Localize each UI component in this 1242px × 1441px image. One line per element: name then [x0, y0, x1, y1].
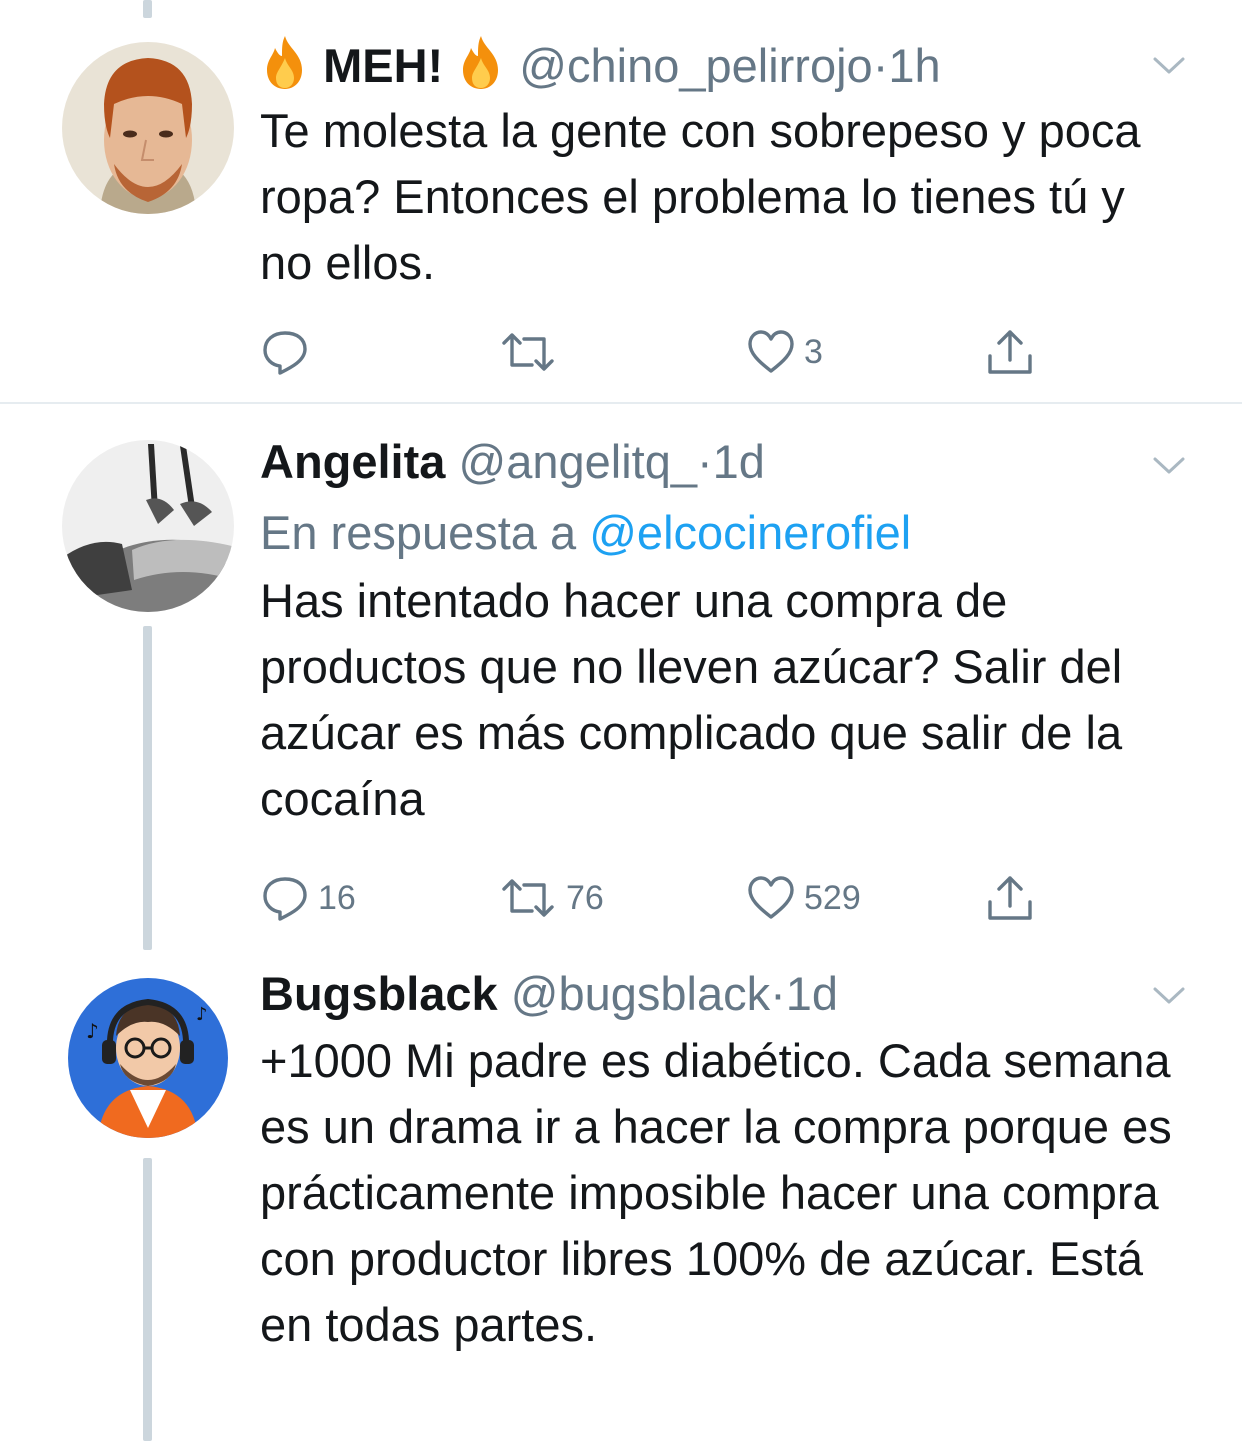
- timestamp[interactable]: 1d: [713, 435, 765, 488]
- reply-count: 16: [318, 878, 356, 917]
- timestamp[interactable]: 1h: [888, 39, 940, 92]
- retweet-button[interactable]: 76: [498, 868, 604, 928]
- reply-icon: [263, 331, 307, 375]
- separator-dot: ·: [770, 967, 786, 1020]
- tweet-angelita[interactable]: Angelita @angelitq_·1d En respuesta a @e…: [0, 404, 1242, 948]
- timestamp[interactable]: 1d: [786, 967, 838, 1020]
- heart-icon: [748, 330, 794, 373]
- retweet-count: 76: [566, 878, 604, 917]
- fire-emoji-icon: [267, 36, 302, 89]
- fire-emoji-icon: [463, 36, 499, 89]
- tweet-text: Te molesta la gente con sobrepeso y poca…: [260, 104, 1141, 289]
- like-button[interactable]: 529: [746, 868, 861, 928]
- tweet-header: MEH! @chino_pelirrojo·1h: [260, 34, 1182, 94]
- reply-icon: [263, 877, 307, 921]
- chevron-down-icon[interactable]: [1152, 986, 1186, 1006]
- tweet-chino-pelirrojo[interactable]: MEH! @chino_pelirrojo·1h Te molesta la g…: [0, 0, 1242, 402]
- user-handle[interactable]: @chino_pelirrojo: [519, 39, 872, 92]
- retweet-icon: [502, 879, 554, 917]
- separator-dot: ·: [872, 39, 889, 92]
- user-handle[interactable]: @angelitq_: [458, 435, 697, 488]
- action-bar: 3: [260, 322, 1060, 382]
- user-handle[interactable]: @bugsblack: [511, 967, 770, 1020]
- heart-icon: [748, 876, 794, 919]
- svg-text:♪: ♪: [196, 1004, 208, 1025]
- avatar[interactable]: [62, 440, 234, 612]
- action-bar: 16 76 529: [260, 868, 1060, 928]
- reply-to-mention[interactable]: @elcocinerofiel: [589, 506, 911, 559]
- tweet-text: Has intentado hacer una compra de produc…: [260, 574, 1123, 825]
- svg-text:♪: ♪: [86, 1019, 99, 1043]
- retweet-icon: [502, 333, 554, 371]
- avatar[interactable]: [62, 42, 234, 214]
- reply-to-line: En respuesta a @elcocinerofiel: [260, 500, 1182, 566]
- share-button[interactable]: [984, 322, 1036, 382]
- tweet-bugsblack[interactable]: ♪ ♪ Bugsblack @bugsblack·1d +1000 Mi pad…: [0, 948, 1242, 1441]
- tweet-header: Angelita @angelitq_·1d: [260, 432, 1182, 492]
- retweet-button[interactable]: [498, 322, 566, 382]
- share-button[interactable]: [984, 868, 1036, 928]
- tweet-text: +1000 Mi padre es diabético. Cada semana…: [260, 1034, 1172, 1351]
- like-count: 3: [804, 332, 823, 371]
- reply-button[interactable]: 16: [260, 868, 356, 928]
- like-button[interactable]: 3: [746, 322, 823, 382]
- chevron-down-icon[interactable]: [1152, 456, 1186, 476]
- display-name[interactable]: Angelita: [260, 435, 445, 488]
- separator-dot: ·: [696, 435, 713, 488]
- display-name[interactable]: MEH!: [323, 39, 443, 92]
- chevron-down-icon[interactable]: [1152, 56, 1186, 76]
- share-icon: [988, 876, 1032, 920]
- tweet-header: Bugsblack @bugsblack·1d: [260, 964, 1182, 1024]
- like-count: 529: [804, 878, 861, 917]
- reply-to-prefix: En respuesta a: [260, 506, 590, 559]
- reply-button[interactable]: [260, 322, 318, 382]
- share-icon: [988, 330, 1032, 374]
- display-name[interactable]: Bugsblack: [260, 967, 498, 1020]
- avatar[interactable]: ♪ ♪: [68, 978, 228, 1138]
